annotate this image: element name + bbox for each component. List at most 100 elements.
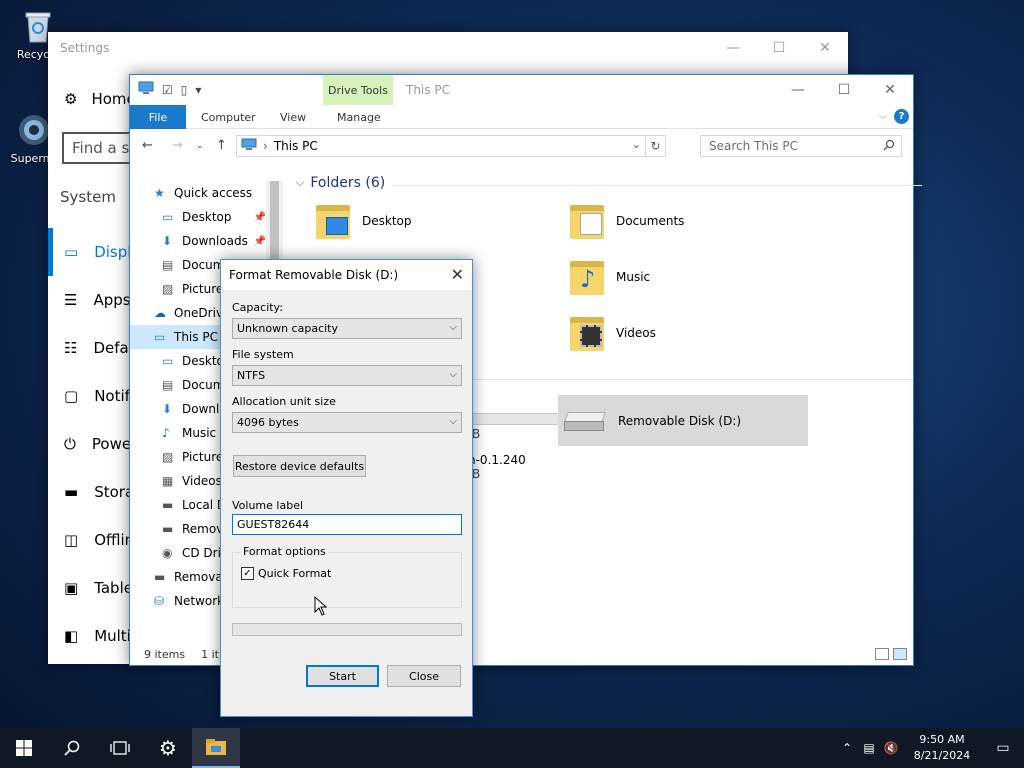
settings-nav-display[interactable]: ▭ Displa — [48, 228, 138, 276]
nav-item-label: Docum — [182, 378, 225, 392]
view-switcher — [875, 648, 907, 660]
multitasking-icon: ◧ — [64, 627, 79, 645]
document-icon: ▤ — [162, 378, 174, 392]
settings-nav-multitasking[interactable]: ◧ Multi — [48, 612, 138, 660]
details-view-icon[interactable] — [875, 648, 889, 660]
customize-qat-icon[interactable]: ▾ — [195, 83, 201, 97]
format-dialog-title: Format Removable Disk (D:) — [229, 268, 399, 282]
nav-item-label: Network — [174, 594, 225, 608]
new-folder-icon[interactable]: ▯ — [181, 83, 188, 97]
tab-manage[interactable]: Manage — [337, 105, 381, 129]
explorer-titlebar: ☑ ▯ ▾ Drive Tools This PC — ☐ ✕ — [130, 75, 913, 105]
settings-nav-offline-maps[interactable]: ◫ Offlin — [48, 516, 138, 564]
quick-format-checkbox[interactable]: ✓ Quick Format — [241, 567, 331, 580]
chevron-down-icon: ⌵ — [449, 322, 457, 333]
settings-gear-icon[interactable]: ⚙ — [144, 728, 192, 768]
quick-access-toolbar: ☑ ▯ ▾ — [138, 81, 201, 98]
mouse-cursor-icon — [314, 596, 328, 616]
settings-window-controls: — ☐ ✕ — [710, 32, 848, 64]
settings-nav-defaults[interactable]: ☷ Defau — [48, 324, 138, 372]
clock-time: 9:50 AM — [919, 733, 965, 746]
nav-item-label: Remov — [182, 522, 224, 536]
up-arrow-icon[interactable]: ↑ — [216, 138, 227, 153]
back-arrow-icon[interactable]: ← — [142, 138, 153, 153]
tab-view[interactable]: View — [280, 105, 306, 129]
forward-arrow-icon[interactable]: → — [172, 138, 183, 153]
tablet-icon: ▣ — [64, 579, 79, 597]
expand-ribbon-icon[interactable]: ⌵ — [879, 109, 887, 123]
navigation-pane-scrollbar[interactable] — [266, 181, 283, 269]
settings-nav-storage[interactable]: ▬ Stora — [48, 468, 138, 516]
notifications-icon[interactable]: ▭ — [982, 728, 1024, 768]
file-system-select[interactable]: NTFS ⌵ — [232, 365, 462, 386]
folder-music[interactable]: ♪ Music — [568, 257, 650, 297]
nav-item-label: This PC — [174, 330, 218, 344]
format-dialog: Format Removable Disk (D:) ✕ Capacity: U… — [220, 259, 473, 717]
download-arrow-icon: ⬇ — [162, 402, 173, 416]
large-icons-view-icon[interactable] — [893, 648, 907, 660]
settings-nav-notifications[interactable]: ▢ Notif — [48, 372, 138, 420]
close-icon[interactable]: ✕ — [451, 265, 464, 284]
maximize-button[interactable]: ☐ — [756, 32, 802, 64]
close-button[interactable]: ✕ — [802, 32, 848, 64]
address-bar[interactable]: › This PC ⌄ ↻ — [236, 135, 666, 157]
allocation-unit-select[interactable]: 4096 bytes ⌵ — [232, 412, 462, 433]
network-warning-icon[interactable]: ▤ — [858, 741, 880, 755]
nav-item-label: Removal — [174, 570, 227, 584]
desktop-folder-icon: ▭ — [162, 210, 174, 224]
file-explorer-icon[interactable] — [192, 728, 240, 768]
volume-label-input[interactable]: GUEST82644 — [232, 514, 462, 535]
restore-defaults-button[interactable]: Restore device defaults — [233, 455, 366, 477]
settings-nav-tablet[interactable]: ▣ Table — [48, 564, 138, 612]
removable-disk-item[interactable]: Removable Disk (D:) — [558, 395, 808, 446]
tab-file[interactable]: File — [130, 105, 186, 129]
help-icon[interactable]: ? — [894, 109, 909, 124]
minimize-button[interactable]: — — [775, 75, 821, 105]
defaults-icon: ☷ — [64, 339, 78, 357]
checkmark-icon: ✓ — [241, 567, 254, 580]
start-windows-icon[interactable] — [0, 728, 48, 768]
maximize-button[interactable]: ☐ — [821, 75, 867, 105]
explorer-window-title: This PC — [406, 83, 450, 97]
settings-nav-apps[interactable]: ☰ Apps — [48, 276, 138, 324]
task-view-icon[interactable] — [96, 728, 144, 768]
allocation-unit-label: Allocation unit size — [232, 395, 336, 408]
nav-item[interactable]: ★ Quick access — [130, 181, 286, 205]
folder-videos[interactable]: Videos — [568, 313, 656, 353]
nav-item[interactable]: ⬇ Downloads 📌 — [130, 229, 286, 253]
close-button[interactable]: Close — [387, 665, 461, 687]
chevron-down-icon[interactable]: ⌄ — [632, 138, 641, 151]
nav-item-label: Quick access — [174, 186, 253, 200]
capacity-select[interactable]: Unknown capacity ⌵ — [232, 318, 462, 339]
nav-item-label: Docum — [182, 258, 225, 272]
tab-computer[interactable]: Computer — [201, 105, 256, 129]
folders-group-header[interactable]: ⌵ Folders (6) — [296, 175, 924, 191]
refresh-icon[interactable]: ↻ — [645, 136, 665, 156]
settings-home-link[interactable]: ⚙ Home — [64, 90, 136, 108]
nav-item-label: Videos — [182, 474, 222, 488]
recent-locations-icon[interactable]: ⌄ — [196, 141, 204, 151]
volume-muted-icon[interactable]: 🔇 — [880, 741, 902, 755]
chevron-up-icon[interactable]: ⌃ — [836, 741, 858, 755]
system-tray: ⌃ ▤ 🔇 9:50 AM 8/21/2024 ▭ — [836, 728, 1024, 768]
folder-documents[interactable]: Documents — [568, 201, 684, 241]
start-button[interactable]: Start — [306, 665, 379, 687]
close-button[interactable]: ✕ — [867, 75, 913, 105]
breadcrumb-separator-icon: › — [263, 139, 268, 153]
file-system-label: File system — [232, 348, 294, 361]
videos-folder-icon — [568, 313, 606, 353]
breadcrumb[interactable]: This PC — [274, 139, 318, 153]
clock[interactable]: 9:50 AM 8/21/2024 — [902, 732, 982, 764]
settings-nav-power[interactable]: ⏻ Powe — [48, 420, 138, 468]
folder-desktop[interactable]: Desktop — [314, 201, 412, 241]
drive-info-fragment: B — [472, 427, 481, 441]
properties-icon[interactable]: ☑ — [162, 83, 173, 97]
chevron-down-icon: ⌵ — [449, 369, 457, 380]
gear-icon: ⚙ — [64, 90, 78, 108]
cloud-icon: ☁ — [154, 306, 166, 320]
search-icon[interactable] — [48, 728, 96, 768]
nav-item[interactable]: ▭ Desktop 📌 — [130, 205, 286, 229]
search-input[interactable]: Search This PC — [700, 135, 902, 157]
minimize-button[interactable]: — — [710, 32, 756, 64]
scrollbar-thumb[interactable] — [270, 181, 279, 267]
